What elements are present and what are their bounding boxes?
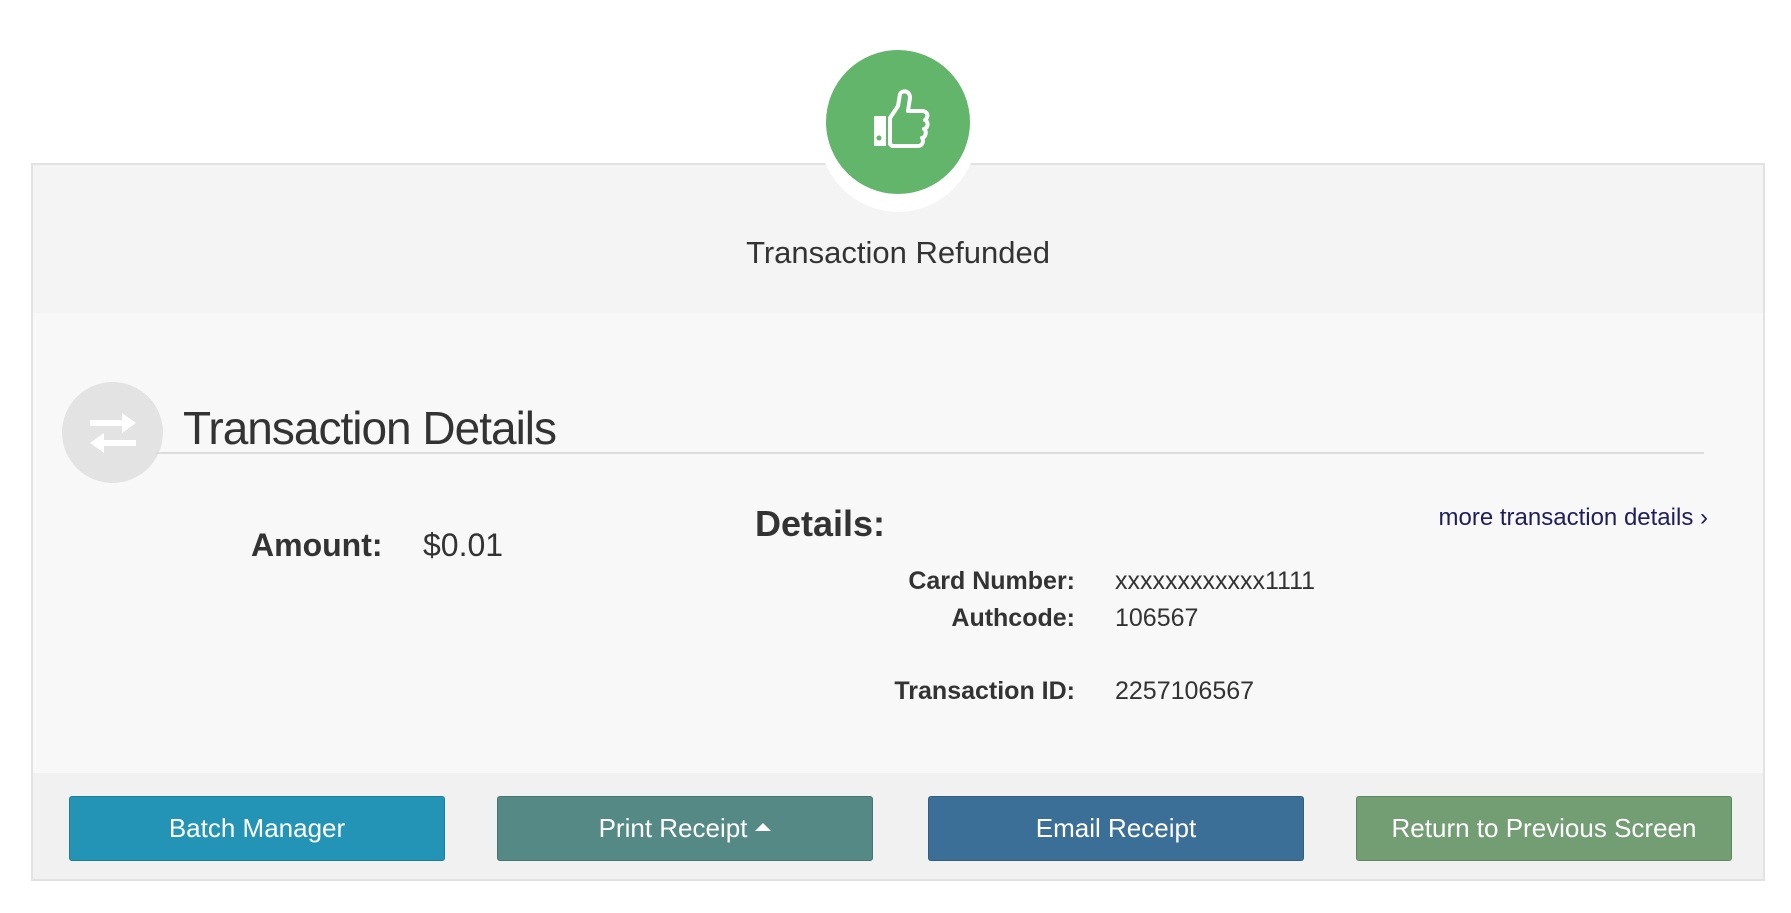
print-receipt-button[interactable]: Print Receipt [497, 796, 873, 861]
caret-up-icon [755, 822, 772, 831]
chevron-right-icon: › [1700, 504, 1708, 531]
status-title: Transaction Refunded [746, 235, 1050, 270]
section-divider [155, 452, 1704, 454]
details-label: Details: [755, 503, 886, 544]
transaction-id-label: Transaction ID: [894, 677, 1075, 705]
email-receipt-button[interactable]: Email Receipt [928, 796, 1304, 861]
card-number-label: Card Number: [908, 567, 1075, 595]
authcode-label: Authcode: [951, 604, 1075, 632]
exchange-arrows-icon [62, 382, 163, 483]
amount-label: Amount: [251, 527, 383, 563]
more-link-label: more transaction details [1438, 504, 1694, 531]
card-number-value: xxxxxxxxxxxx1111 [1115, 567, 1316, 595]
transaction-id-value: 2257106567 [1115, 677, 1255, 705]
more-transaction-details-link[interactable]: more transaction details › [1439, 504, 1708, 532]
section-title: Transaction Details [183, 402, 557, 454]
batch-manager-button[interactable]: Batch Manager [69, 796, 445, 861]
return-previous-button[interactable]: Return to Previous Screen [1356, 796, 1732, 861]
authcode-value: 106567 [1115, 604, 1199, 632]
thumbs-up-icon [862, 84, 934, 161]
amount-value: $0.01 [423, 527, 504, 563]
print-receipt-label: Print Receipt [598, 813, 748, 843]
status-badge [826, 50, 970, 194]
